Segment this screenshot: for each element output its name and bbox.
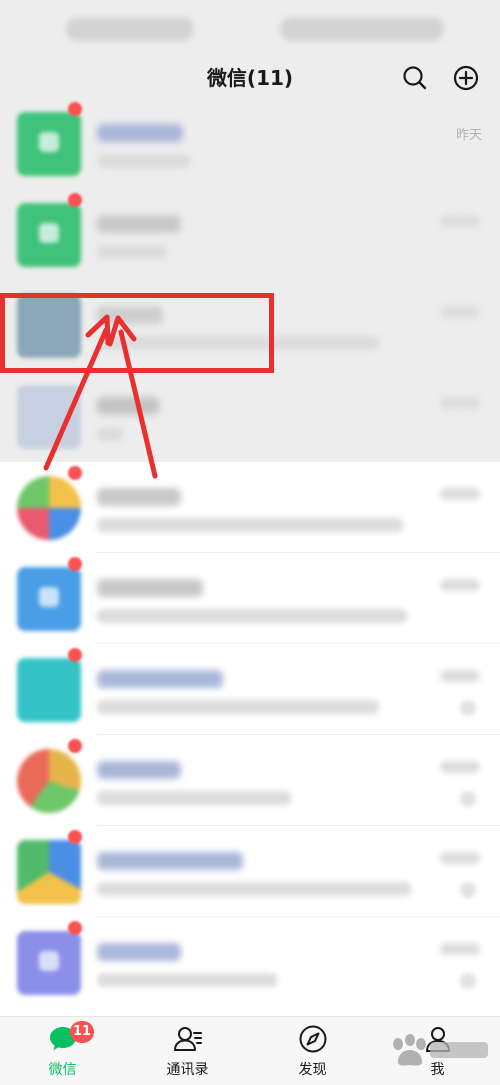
chat-row[interactable] [0, 371, 500, 462]
status-bar-left-blur [66, 17, 194, 41]
unread-dot [68, 830, 82, 844]
chat-name-blurred [97, 761, 181, 779]
chat-message-blurred [97, 518, 403, 532]
chat-name-blurred [97, 397, 159, 415]
chat-time-blurred [440, 579, 480, 591]
avatar [17, 112, 81, 176]
chat-time-blurred [440, 215, 480, 227]
avatar [17, 476, 81, 540]
unread-dot [68, 466, 82, 480]
unread-dot [68, 102, 82, 116]
baidu-watermark-icon [393, 1034, 488, 1066]
compass-icon [299, 1025, 327, 1053]
chat-time-blurred [440, 397, 480, 409]
avatar [17, 749, 81, 813]
unread-dot [68, 557, 82, 571]
chat-time: 昨天 [455, 128, 482, 143]
chat-message-blurred [97, 973, 277, 987]
avatar [17, 385, 81, 449]
chat-time-blurred [440, 761, 480, 773]
chat-name-blurred [97, 124, 183, 142]
unread-dot [68, 921, 82, 935]
chat-time-blurred [440, 852, 480, 864]
search-icon[interactable] [401, 64, 429, 92]
chat-row[interactable]: 昨天 [0, 98, 500, 189]
chat-name-blurred [97, 852, 243, 870]
mute-icon-blurred [460, 882, 476, 898]
tab-label: 通讯录 [166, 1062, 209, 1078]
chat-name-blurred [97, 488, 181, 506]
avatar [17, 931, 81, 995]
chat-message-blurred [97, 245, 167, 259]
chat-message-blurred [97, 427, 123, 441]
tab-chats[interactable]: 11 微信 [0, 1017, 125, 1085]
chat-time-blurred [440, 306, 480, 318]
avatar [17, 567, 81, 631]
chat-row[interactable] [0, 826, 500, 917]
chat-name-blurred [97, 215, 181, 233]
chat-message-blurred [97, 700, 379, 714]
add-circle-icon[interactable] [452, 64, 480, 92]
chat-row[interactable] [0, 735, 500, 826]
avatar [17, 203, 81, 267]
chat-row[interactable] [0, 553, 500, 644]
chat-message-blurred [97, 609, 407, 623]
tab-label: 发现 [298, 1062, 327, 1078]
avatar-glyph-icon [39, 587, 59, 607]
chat-message-blurred [97, 882, 411, 896]
chat-time-blurred [440, 488, 480, 500]
avatar-glyph-icon [39, 223, 59, 243]
avatar [17, 840, 81, 904]
chat-name-blurred [97, 943, 181, 961]
mute-icon-blurred [460, 700, 476, 716]
chat-name-blurred [97, 670, 223, 688]
mute-icon-blurred [460, 791, 476, 807]
chat-time-blurred [440, 943, 480, 955]
chat-name-blurred [97, 579, 203, 597]
unread-dot [68, 739, 82, 753]
highlight-box [0, 293, 274, 373]
chat-message-blurred [97, 791, 291, 805]
chat-time-blurred [440, 670, 480, 682]
avatar-glyph-icon [39, 951, 59, 971]
tab-discover[interactable]: 发现 [250, 1017, 375, 1085]
wechat-screen: 微信(11) 昨天 11 微信 通讯录 发现 我 [0, 0, 500, 1085]
chat-row[interactable] [0, 462, 500, 553]
unread-dot [68, 648, 82, 662]
status-bar-right-blur [280, 17, 444, 41]
unread-dot [68, 193, 82, 207]
chat-row[interactable] [0, 189, 500, 280]
avatar [17, 658, 81, 722]
tab-label: 微信 [48, 1062, 77, 1078]
contacts-icon [174, 1027, 202, 1051]
chat-row[interactable] [0, 644, 500, 735]
mute-icon-blurred [460, 973, 476, 989]
unread-badge: 11 [70, 1021, 95, 1043]
avatar-glyph-icon [39, 132, 59, 152]
chat-list: 昨天 [0, 98, 500, 1016]
chat-row[interactable] [0, 917, 500, 1008]
tab-contacts[interactable]: 通讯录 [125, 1017, 250, 1085]
chat-message-blurred [97, 154, 191, 168]
